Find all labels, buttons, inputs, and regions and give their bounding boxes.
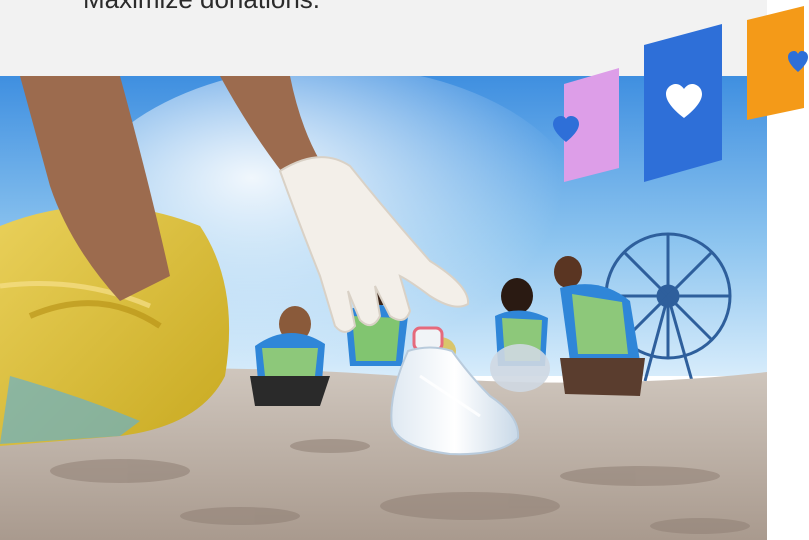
headline-fragment: Maximize donations. (83, 0, 320, 14)
hero-image (0, 76, 767, 540)
top-card: Maximize donations. (0, 0, 767, 76)
right-gutter (767, 0, 809, 540)
